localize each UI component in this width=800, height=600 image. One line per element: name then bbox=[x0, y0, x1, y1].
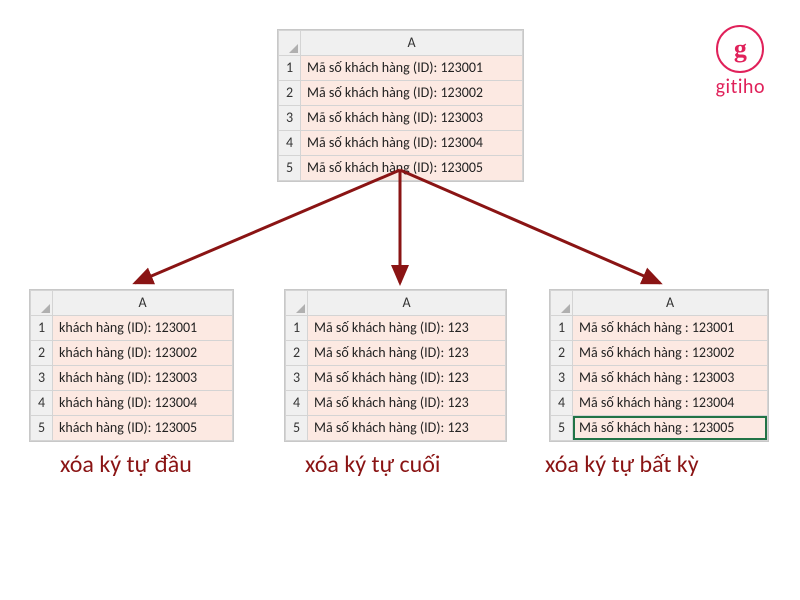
result-remove-first-chars: A 1khách hàng (ID): 123001 2khách hàng (… bbox=[30, 290, 233, 441]
row-header[interactable]: 3 bbox=[279, 106, 301, 131]
column-header-a[interactable]: A bbox=[573, 291, 768, 316]
cell[interactable]: Mã số khách hàng (ID): 123 bbox=[308, 416, 506, 441]
row-header[interactable]: 5 bbox=[31, 416, 53, 441]
row-header[interactable]: 2 bbox=[279, 81, 301, 106]
row-header[interactable]: 1 bbox=[551, 316, 573, 341]
row-header[interactable]: 4 bbox=[551, 391, 573, 416]
row-header[interactable]: 5 bbox=[286, 416, 308, 441]
cell[interactable]: khách hàng (ID): 123005 bbox=[53, 416, 233, 441]
brand-logo: g gitiho bbox=[716, 25, 765, 99]
cell[interactable]: khách hàng (ID): 123004 bbox=[53, 391, 233, 416]
cell[interactable]: Mã số khách hàng : 123003 bbox=[573, 366, 768, 391]
cell-selected[interactable]: Mã số khách hàng : 123005 bbox=[573, 416, 768, 441]
cell[interactable]: Mã số khách hàng (ID): 123 bbox=[308, 391, 506, 416]
cell[interactable]: Mã số khách hàng (ID): 123003 bbox=[301, 106, 523, 131]
select-all-corner[interactable] bbox=[286, 291, 308, 316]
cell[interactable]: Mã số khách hàng : 123001 bbox=[573, 316, 768, 341]
row-header[interactable]: 5 bbox=[279, 156, 301, 181]
cell[interactable]: Mã số khách hàng (ID): 123005 bbox=[301, 156, 523, 181]
result-remove-any-chars: A 1Mã số khách hàng : 123001 2Mã số khác… bbox=[550, 290, 768, 441]
flow-arrows bbox=[0, 165, 800, 295]
cell[interactable]: Mã số khách hàng (ID): 123 bbox=[308, 316, 506, 341]
caption-remove-last: xóa ký tự cuối bbox=[305, 450, 440, 479]
row-header[interactable]: 4 bbox=[31, 391, 53, 416]
result-remove-last-chars: A 1Mã số khách hàng (ID): 123 2Mã số khá… bbox=[285, 290, 506, 441]
row-header[interactable]: 5 bbox=[551, 416, 573, 441]
cell[interactable]: khách hàng (ID): 123002 bbox=[53, 341, 233, 366]
cell[interactable]: Mã số khách hàng (ID): 123 bbox=[308, 341, 506, 366]
cell[interactable]: Mã số khách hàng : 123002 bbox=[573, 341, 768, 366]
row-header[interactable]: 4 bbox=[279, 131, 301, 156]
select-all-corner[interactable] bbox=[551, 291, 573, 316]
row-header[interactable]: 2 bbox=[551, 341, 573, 366]
row-header[interactable]: 3 bbox=[551, 366, 573, 391]
column-header-a[interactable]: A bbox=[308, 291, 506, 316]
caption-remove-any: xóa ký tự bất kỳ bbox=[545, 450, 699, 479]
cell[interactable]: khách hàng (ID): 123001 bbox=[53, 316, 233, 341]
row-header[interactable]: 3 bbox=[31, 366, 53, 391]
cell[interactable]: Mã số khách hàng : 123004 bbox=[573, 391, 768, 416]
column-header-a[interactable]: A bbox=[53, 291, 233, 316]
cell[interactable]: Mã số khách hàng (ID): 123004 bbox=[301, 131, 523, 156]
caption-remove-first: xóa ký tự đầu bbox=[60, 450, 192, 479]
logo-glyph: g bbox=[723, 32, 757, 66]
select-all-corner[interactable] bbox=[31, 291, 53, 316]
row-header[interactable]: 2 bbox=[31, 341, 53, 366]
arrow-left-icon bbox=[135, 170, 400, 283]
source-spreadsheet: A 1Mã số khách hàng (ID): 123001 2Mã số … bbox=[278, 30, 523, 181]
row-header[interactable]: 1 bbox=[279, 56, 301, 81]
row-header[interactable]: 1 bbox=[286, 316, 308, 341]
row-header[interactable]: 4 bbox=[286, 391, 308, 416]
cell[interactable]: Mã số khách hàng (ID): 123 bbox=[308, 366, 506, 391]
logo-circle-icon: g bbox=[716, 25, 764, 73]
row-header[interactable]: 1 bbox=[31, 316, 53, 341]
brand-name: gitiho bbox=[716, 75, 765, 99]
cell[interactable]: Mã số khách hàng (ID): 123002 bbox=[301, 81, 523, 106]
select-all-corner[interactable] bbox=[279, 31, 301, 56]
row-header[interactable]: 3 bbox=[286, 366, 308, 391]
cell[interactable]: Mã số khách hàng (ID): 123001 bbox=[301, 56, 523, 81]
column-header-a[interactable]: A bbox=[301, 31, 523, 56]
row-header[interactable]: 2 bbox=[286, 341, 308, 366]
arrow-right-icon bbox=[400, 170, 660, 283]
cell[interactable]: khách hàng (ID): 123003 bbox=[53, 366, 233, 391]
